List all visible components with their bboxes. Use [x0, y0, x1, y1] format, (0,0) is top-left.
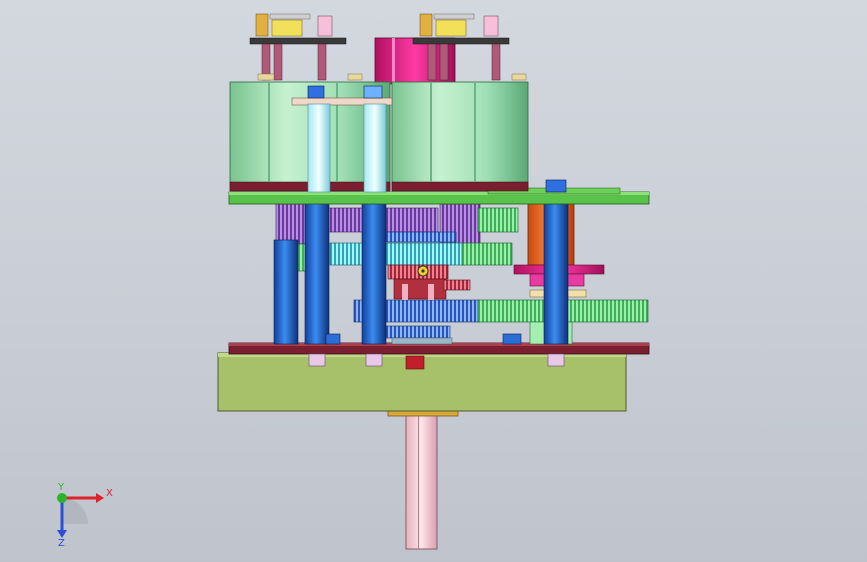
y-axis-dot	[57, 493, 67, 503]
triad-backdrop	[62, 498, 88, 524]
top-bracket-right	[412, 13, 527, 81]
motor-right	[391, 81, 529, 192]
center-coupling	[387, 264, 471, 300]
z-axis-label: Z	[58, 538, 65, 548]
x-axis-arrowhead	[96, 493, 104, 503]
cad-viewport[interactable]	[0, 0, 867, 562]
x-axis-label: X	[106, 488, 113, 499]
y-axis-label: Y	[57, 482, 65, 493]
bottom-plate	[228, 342, 650, 355]
output-shaft	[387, 409, 459, 550]
z-axis-arrowhead	[57, 530, 67, 538]
axis-triad: X Y Z	[57, 482, 113, 548]
top-bracket-left	[249, 13, 363, 81]
